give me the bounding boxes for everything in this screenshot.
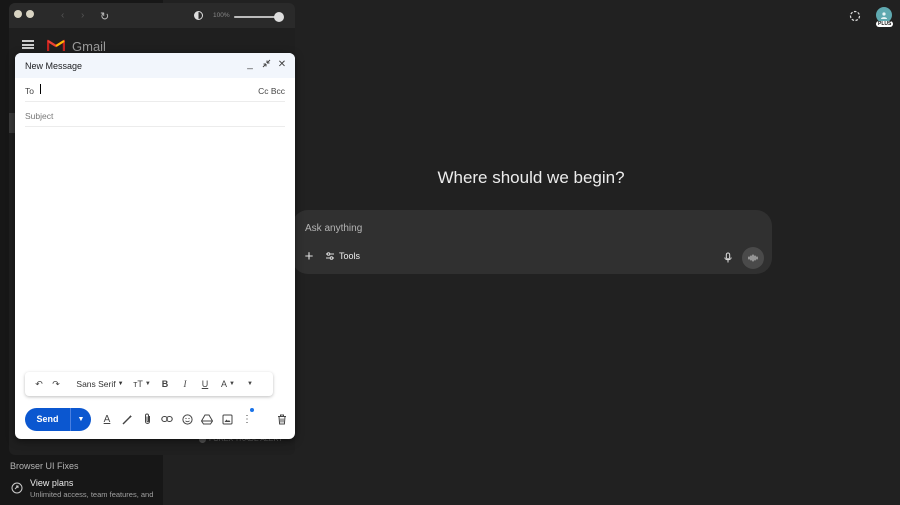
chevron-down-icon: ▼ [117,381,124,387]
window-minimize-button[interactable] [26,10,34,18]
font-select[interactable]: Sans Serif ▼ [65,376,129,392]
text-cursor [40,84,41,94]
cc-bcc-link[interactable]: Cc Bcc [258,86,285,96]
view-plans-title: View plans [30,477,74,488]
attach-file-icon[interactable] [137,411,157,427]
send-options-chevron-icon[interactable]: ▼ [71,416,91,423]
italic-button[interactable]: I [175,376,195,392]
sliders-icon [326,252,334,260]
formatting-options-icon[interactable]: A [97,411,117,427]
voice-mode-button[interactable] [742,247,764,269]
google-drive-icon[interactable] [197,411,217,427]
ai-writing-icon[interactable] [117,411,137,427]
chevron-down-icon: ▼ [144,381,151,387]
reload-icon[interactable]: ↻ [100,10,109,23]
discard-draft-icon[interactable] [275,411,289,427]
font-size-button[interactable]: тT ▼ [129,376,155,392]
insert-photo-icon[interactable] [217,411,237,427]
chevron-down-icon: ▼ [247,381,253,387]
font-size-icon: тT [133,379,143,389]
more-formatting-button[interactable]: ▼ [241,376,257,392]
font-select-value: Sans Serif [76,379,116,389]
back-arrow-icon[interactable]: ‹ [61,10,64,21]
page-title: Where should we begin? [437,168,625,187]
gmail-title: Gmail [72,39,106,54]
more-options-icon[interactable]: ⋮ [237,408,257,427]
contrast-icon[interactable] [194,11,203,20]
microphone-icon[interactable] [722,251,734,263]
subject-placeholder: Subject [25,111,54,121]
zoom-slider[interactable] [234,16,278,18]
view-plans-button[interactable]: View plans Unlimited access, team featur… [4,474,162,502]
undo-icon[interactable]: ↶ [31,376,47,392]
menu-icon[interactable] [22,40,34,49]
prompt-input[interactable]: Ask anything [305,223,362,234]
close-icon[interactable]: ✕ [277,59,287,72]
send-label: Send [36,414,59,424]
zoom-label: 100% [213,12,230,19]
tools-button[interactable]: Tools [325,251,360,261]
browser-toolbar: ‹ › ↻ 100% [9,3,295,28]
to-field[interactable]: To Cc Bcc [25,78,285,102]
upgrade-icon [11,482,23,494]
add-attachment-button[interactable]: + [302,249,316,264]
bold-button[interactable]: B [155,376,175,392]
emoji-icon[interactable] [177,411,197,427]
zoom-slider-knob[interactable] [274,12,284,22]
tools-label: Tools [339,251,361,261]
compose-actions: Send ▼ A ⋮ [25,407,287,431]
insert-link-icon[interactable] [157,411,177,427]
notification-dot [250,408,254,412]
text-color-icon: A [221,379,228,389]
redo-icon[interactable]: ↷ [47,376,65,392]
compose-title: New Message [25,61,83,71]
temporary-chat-icon[interactable] [849,9,861,22]
window-close-button[interactable] [14,10,22,18]
prompt-composer[interactable]: Ask anything + Tools [292,210,772,274]
view-plans-subtitle: Unlimited access, team features, and [30,489,154,499]
chevron-down-icon: ▼ [229,381,235,387]
forward-arrow-icon[interactable]: › [81,10,84,21]
formatting-toolbar: ↶ ↷ Sans Serif ▼ тT ▼ B I U A ▼ ▼ [25,372,273,396]
waveform-icon [748,254,758,262]
gmail-logo-icon [47,39,65,51]
minimize-icon[interactable]: _ [245,59,255,72]
to-label: To [25,86,34,96]
history-item[interactable]: Browser UI Fixes [10,461,79,471]
compose-title-bar[interactable]: New Message _ ✕ [15,53,295,78]
text-color-button[interactable]: A ▼ [215,376,241,392]
underline-button[interactable]: U [195,376,215,392]
subject-field[interactable]: Subject [25,103,285,127]
compose-window: New Message _ ✕ To Cc Bcc Subject ↶ ↷ Sa… [15,53,295,439]
plan-badge: PLUS [876,21,894,27]
send-button[interactable]: Send ▼ [25,407,91,431]
exit-fullscreen-icon[interactable] [261,59,271,72]
